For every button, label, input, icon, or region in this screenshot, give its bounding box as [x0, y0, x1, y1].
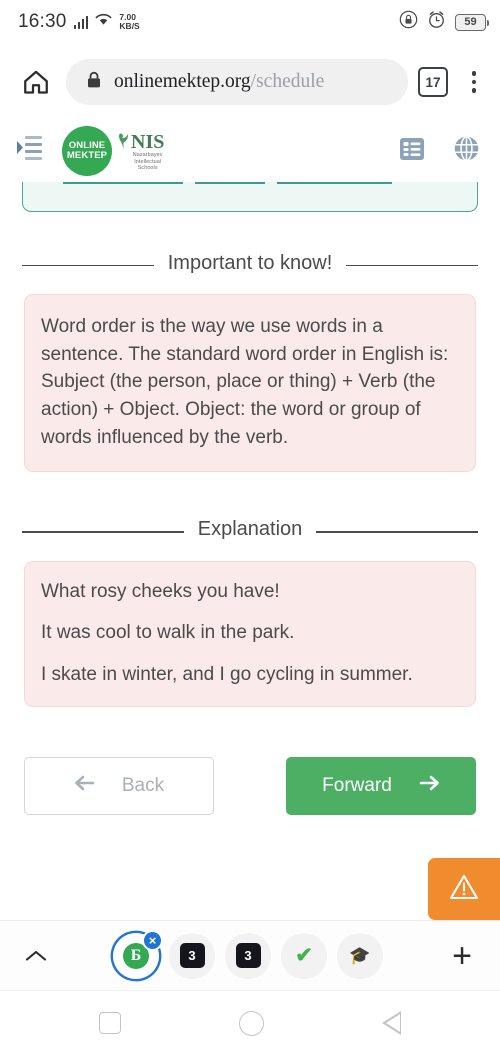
- forward-button[interactable]: Forward: [286, 757, 476, 816]
- exercise-card-partial: [22, 182, 478, 212]
- explanation-card: What rosy cheeks you have! It was cool t…: [24, 560, 476, 708]
- back-button[interactable]: Back: [24, 757, 214, 816]
- example-sentence: What rosy cheeks you have!: [41, 580, 280, 602]
- important-section-heading: Important to know!: [0, 250, 500, 276]
- phone-screen: 16:30 7.00 KB/S 59 onlinemektep.org/sche…: [0, 0, 500, 1055]
- sidebar-toggle-icon[interactable]: [16, 134, 50, 169]
- close-tab-button[interactable]: ×: [142, 929, 163, 951]
- status-time: 16:30: [18, 11, 67, 32]
- green-check-favicon: ✔: [295, 944, 313, 967]
- lock-rotation-icon: [399, 10, 418, 34]
- tab-item-2[interactable]: 3: [169, 932, 215, 979]
- divider-left: [22, 265, 154, 267]
- tab-item-4[interactable]: ✔: [281, 932, 327, 979]
- battery-icon: 59: [455, 13, 489, 31]
- logo-line-2: MEKTEP: [66, 150, 108, 161]
- divider-right: [346, 265, 478, 267]
- plus-icon[interactable]: +: [442, 939, 482, 973]
- url-text: onlinemektep.org/schedule: [114, 71, 324, 93]
- nis-leaf-icon: [119, 133, 128, 151]
- exercise-blank[interactable]: [63, 182, 183, 184]
- online-mektep-logo: ONLINE MEKTEP: [62, 126, 112, 176]
- back-button-label: Back: [121, 775, 165, 797]
- arrow-right-icon: [418, 775, 440, 797]
- example-sentence: It was cool to walk in the park.: [41, 622, 295, 644]
- example-sentence: I skate in winter, and I go cycling in s…: [41, 663, 413, 685]
- explanation-section-heading: Explanation: [0, 516, 500, 542]
- brand-logos[interactable]: ONLINE MEKTEP NIS Nazarbayev Intellectua…: [62, 126, 164, 176]
- lock-icon: [86, 71, 102, 94]
- browser-toolbar: onlinemektep.org/schedule 17: [0, 44, 500, 120]
- chevron-up-icon[interactable]: [18, 948, 54, 964]
- globe-icon[interactable]: [453, 135, 480, 167]
- warning-triangle-icon: [448, 872, 480, 907]
- tab-list: Б × 3 3 ✔ 🎓: [60, 929, 436, 979]
- nis-sub-line-2: Intellectual: [134, 158, 162, 165]
- numeric-3-favicon: 3: [235, 941, 263, 968]
- status-bar: 16:30 7.00 KB/S 59: [0, 0, 500, 44]
- site-header: ONLINE MEKTEP NIS Nazarbayev Intellectua…: [0, 120, 500, 182]
- status-bar-right: 59: [399, 10, 489, 34]
- nis-logo: NIS Nazarbayev Intellectual Schools: [118, 130, 164, 172]
- divider-right: [316, 531, 478, 533]
- site-header-actions: [399, 135, 480, 167]
- signal-bars-icon: [73, 15, 89, 29]
- triangle-back-icon[interactable]: [382, 1011, 401, 1035]
- url-bar[interactable]: onlinemektep.org/schedule: [66, 59, 408, 105]
- web-page-content: ONLINE MEKTEP NIS Nazarbayev Intellectua…: [0, 120, 500, 920]
- numeric-3-favicon: 3: [179, 941, 207, 968]
- nis-name: NIS: [131, 130, 165, 153]
- wifi-icon: [95, 13, 112, 31]
- status-bar-left: 16:30 7.00 KB/S: [18, 11, 140, 33]
- url-path: /schedule: [250, 71, 325, 92]
- android-nav-bar: [0, 990, 500, 1055]
- divider-left: [22, 531, 184, 533]
- circle-home-icon[interactable]: [239, 1010, 264, 1036]
- nis-sub-line-3: Schools: [137, 165, 158, 172]
- graduation-cap-favicon: 🎓: [349, 945, 371, 965]
- network-speed-unit: KB/S: [119, 21, 140, 31]
- network-speed: 7.00 KB/S: [119, 13, 139, 30]
- kebab-menu-icon[interactable]: [458, 62, 490, 102]
- list-view-icon[interactable]: [399, 136, 425, 167]
- battery-percent: 59: [464, 16, 477, 28]
- tab-item-3[interactable]: 3: [225, 932, 271, 979]
- exercise-blank[interactable]: [277, 182, 392, 184]
- section-title: Explanation: [197, 518, 303, 541]
- square-recents-icon[interactable]: [99, 1012, 121, 1034]
- report-problem-button[interactable]: [428, 858, 500, 920]
- home-icon[interactable]: [16, 62, 56, 102]
- tab-strip: Б × 3 3 ✔ 🎓 +: [0, 920, 500, 990]
- section-title: Important to know!: [167, 252, 333, 274]
- forward-button-label: Forward: [322, 775, 392, 797]
- important-text: Word order is the way we use words in a …: [41, 316, 449, 448]
- tab-item-5[interactable]: 🎓: [337, 932, 383, 979]
- exercise-blank[interactable]: [195, 182, 265, 184]
- tab-item-online-mektep[interactable]: Б ×: [113, 929, 163, 979]
- nis-subtitle: Nazarbayev Intellectual Schools: [131, 152, 164, 172]
- tab-counter-value: 17: [425, 74, 441, 90]
- alarm-clock-icon: [427, 10, 446, 34]
- nis-sub-line-1: Nazarbayev: [132, 151, 163, 158]
- tab-counter-button[interactable]: 17: [418, 67, 448, 97]
- arrow-left-icon: [74, 775, 96, 797]
- url-domain: onlinemektep.org: [114, 71, 251, 92]
- important-info-card: Word order is the way we use words in a …: [24, 294, 476, 473]
- lesson-navigation: Back Forward: [24, 757, 476, 816]
